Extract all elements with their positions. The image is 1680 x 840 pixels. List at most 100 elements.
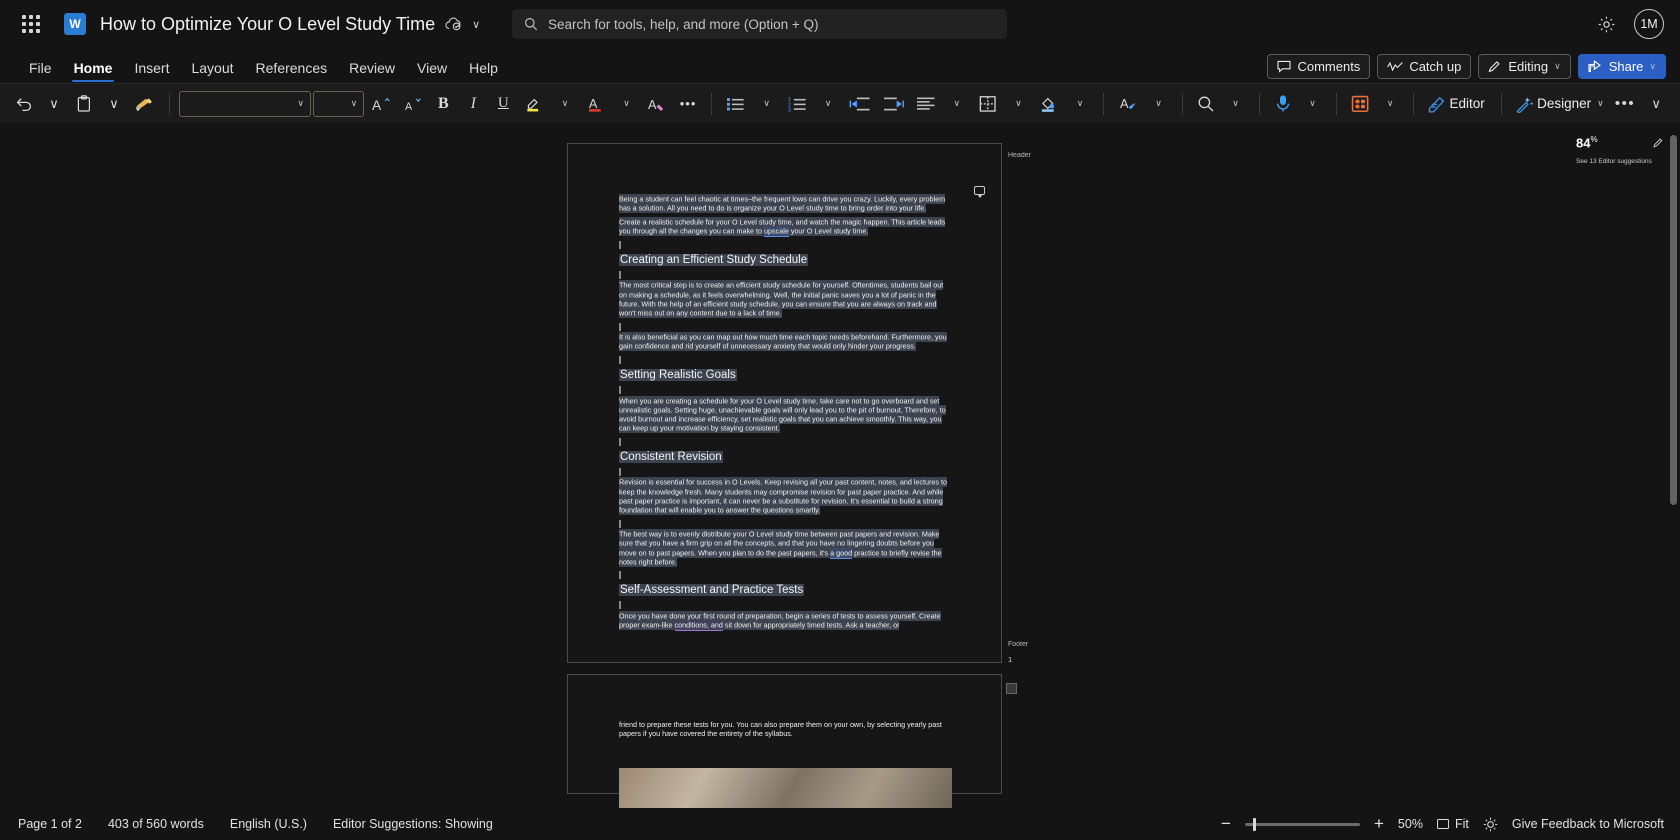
designer-button[interactable]: Designer ∨ [1511,89,1608,119]
bullets-button[interactable] [721,89,751,119]
paste-chevron-down-icon[interactable]: ∨ [100,89,128,119]
text-highlight-color-button[interactable] [519,89,549,119]
font-name-select[interactable]: ∨ [178,90,311,117]
zoom-slider-knob[interactable] [1252,817,1257,831]
clear-formatting-button[interactable]: A [642,89,672,119]
formatting-toolbar: ∨ ∨ ∨ ∨ A A B I U ∨ A ∨ A ••• ∨ 1 2 3 ∨ … [0,83,1680,123]
zoom-level[interactable]: 50% [1398,817,1423,831]
search-placeholder: Search for tools, help, and more (Option… [548,16,819,32]
grammar-suggestion-conditions[interactable]: conditions, and [674,620,723,632]
grammar-suggestion-a-good[interactable]: a good [830,547,853,559]
document-image[interactable] [619,768,952,808]
styles-chevron-down-icon[interactable]: ∨ [1145,89,1173,119]
vertical-scrollbar[interactable] [1669,123,1678,808]
comments-button[interactable]: Comments [1267,54,1371,79]
document-page-1[interactable]: Header Being a student can feel chaotic … [567,143,1031,664]
pen-icon[interactable] [1653,137,1664,148]
avatar[interactable]: 1M [1634,9,1664,39]
dictate-button[interactable] [1269,89,1297,119]
collapse-ribbon-button[interactable]: ∨ [1642,89,1670,119]
alignment-button[interactable] [911,89,941,119]
zoom-out-button[interactable]: − [1221,814,1231,834]
numbering-chevron-down-icon[interactable]: ∨ [814,89,842,119]
font-color-chevron-down-icon[interactable]: ∨ [612,89,640,119]
toolbar-overflow-button[interactable]: ••• [1610,89,1640,119]
editor-score-unit: % [1590,135,1598,144]
italic-button[interactable]: I [459,89,487,119]
catch-up-button[interactable]: Catch up [1377,54,1472,79]
page-1-content[interactable]: Being a student can feel chaotic at time… [619,193,952,635]
editor-button[interactable]: Editor [1423,89,1492,119]
gear-icon[interactable] [1597,15,1616,34]
shading-button[interactable] [1034,89,1064,119]
add-in-button[interactable] [1346,89,1375,119]
immersive-reader-button[interactable] [1483,817,1498,832]
fit-icon [1436,819,1449,829]
document-title[interactable]: How to Optimize Your O Level Study Time [100,14,435,35]
alignment-chevron-down-icon[interactable]: ∨ [943,89,971,119]
paragraph-intro-1: Being a student can feel chaotic at time… [619,193,946,213]
empty-line-3 [619,322,952,331]
font-color-button[interactable]: A [581,89,611,119]
tab-review[interactable]: Review [338,60,406,83]
fit-page-button[interactable]: Fit [1436,817,1469,831]
editing-chevron-down-icon: ∨ [1554,61,1561,71]
search-input[interactable]: Search for tools, help, and more (Option… [512,9,1007,39]
decrease-indent-button[interactable] [844,89,876,119]
zoom-in-button[interactable]: + [1374,814,1384,834]
tab-help[interactable]: Help [458,60,509,83]
tab-insert[interactable]: Insert [123,60,180,83]
page-2-content[interactable]: friend to prepare these tests for you. Y… [619,720,952,743]
grow-font-button[interactable]: A [366,89,396,119]
highlight-chevron-down-icon[interactable]: ∨ [551,89,579,119]
share-label: Share [1608,59,1644,74]
more-font-options-button[interactable]: ••• [674,89,702,119]
language-indicator[interactable]: English (U.S.) [230,817,307,831]
tab-file[interactable]: File [18,60,63,83]
paragraph-revision-2: The best way is to evenly distribute you… [619,529,942,567]
shrink-font-button[interactable]: A [398,89,428,119]
spelling-suggestion-upscale[interactable]: upscale [764,226,789,238]
borders-chevron-down-icon[interactable]: ∨ [1004,89,1032,119]
search-icon [524,17,538,31]
object-anchor-icon[interactable] [1006,683,1017,694]
borders-button[interactable] [973,89,1003,119]
tab-view[interactable]: View [406,60,458,83]
find-button[interactable] [1192,89,1220,119]
document-canvas[interactable]: Header Being a student can feel chaotic … [0,123,1680,808]
bullets-chevron-down-icon[interactable]: ∨ [753,89,781,119]
zoom-slider[interactable] [1244,817,1360,831]
document-page-2[interactable]: friend to prepare these tests for you. Y… [567,674,1017,808]
shading-chevron-down-icon[interactable]: ∨ [1066,89,1094,119]
increase-indent-button[interactable] [878,89,910,119]
tab-home[interactable]: Home [63,60,124,83]
paste-button[interactable] [70,89,98,119]
undo-chevron-down-icon[interactable]: ∨ [40,89,68,119]
comment-anchor-icon[interactable] [974,186,985,198]
title-chevron-down-icon[interactable]: ∨ [472,18,480,31]
word-count[interactable]: 403 of 560 words [108,817,204,831]
designer-chevron-down-icon: ∨ [1597,98,1604,108]
dictate-chevron-down-icon[interactable]: ∨ [1299,89,1327,119]
page-info[interactable]: Page 1 of 2 [18,817,82,831]
underline-button[interactable]: U [489,89,517,119]
editor-suggestions-status[interactable]: Editor Suggestions: Showing [333,817,493,831]
format-painter-button[interactable] [130,89,160,119]
undo-button[interactable] [10,89,38,119]
editor-suggestions-link[interactable]: See 13 Editor suggestions [1576,158,1664,165]
tab-layout[interactable]: Layout [180,60,244,83]
numbering-button[interactable]: 123 [783,89,813,119]
font-size-select[interactable]: ∨ [312,90,365,117]
app-launcher-icon[interactable] [14,7,48,41]
styles-button[interactable]: A [1113,89,1143,119]
add-in-chevron-down-icon[interactable]: ∨ [1376,89,1404,119]
scrollbar-thumb[interactable] [1670,135,1677,505]
editing-mode-button[interactable]: Editing ∨ [1478,54,1571,79]
tab-references[interactable]: References [245,60,339,83]
cloud-saved-icon[interactable] [445,17,462,31]
find-chevron-down-icon[interactable]: ∨ [1222,89,1250,119]
editor-score-card[interactable]: 84% See 13 Editor suggestions [1576,135,1664,165]
feedback-link[interactable]: Give Feedback to Microsoft [1512,817,1664,831]
share-button[interactable]: Share ∨ [1577,54,1666,79]
bold-button[interactable]: B [429,89,457,119]
